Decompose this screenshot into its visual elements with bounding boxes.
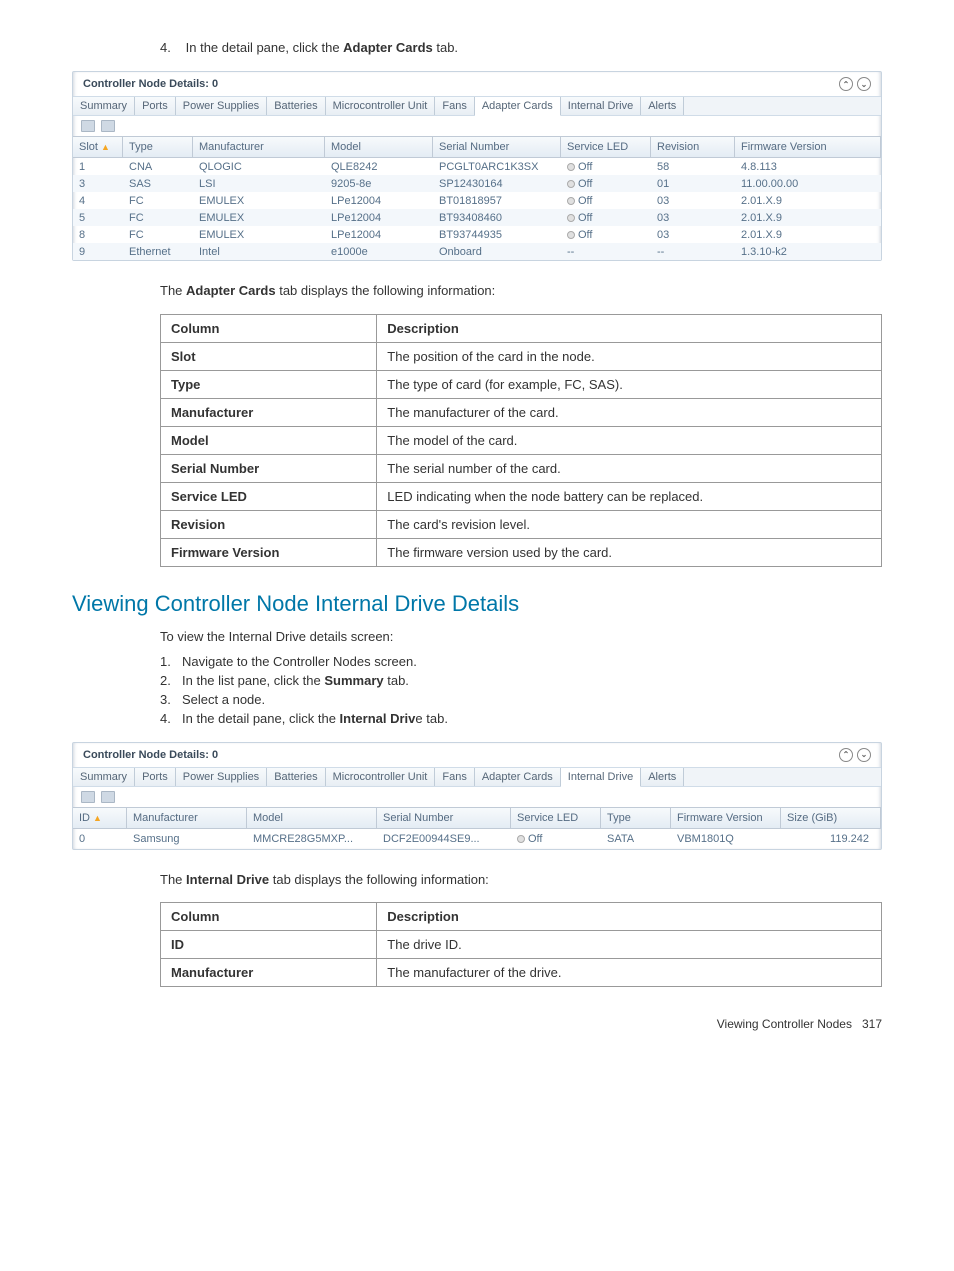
led-icon	[567, 231, 575, 239]
section-heading-internal-drive: Viewing Controller Node Internal Drive D…	[72, 591, 882, 617]
col-firmware-version[interactable]: Firmware Version	[671, 808, 781, 828]
col-model[interactable]: Model	[325, 137, 433, 157]
col-serial-number[interactable]: Serial Number	[433, 137, 561, 157]
tab-batteries[interactable]: Batteries	[267, 768, 325, 786]
table-row[interactable]: 5FCEMULEXLPe12004BT93408460Off032.01.X.9	[73, 209, 881, 226]
step-4: 4. In the detail pane, click the Adapter…	[160, 40, 882, 55]
tab-summary[interactable]: Summary	[73, 768, 135, 786]
table-row[interactable]: 8FCEMULEXLPe12004BT93744935Off032.01.X.9	[73, 226, 881, 243]
step-number: 4.	[160, 40, 182, 55]
page-footer: Viewing Controller Nodes 317	[72, 1017, 882, 1031]
panel-title: Controller Node Details: 0	[83, 749, 218, 761]
tab-internal-drive[interactable]: Internal Drive	[561, 97, 641, 115]
step-text-post: tab.	[433, 40, 458, 55]
tab-fans[interactable]: Fans	[435, 97, 474, 115]
led-icon	[567, 197, 575, 205]
sort-asc-icon: ▲	[101, 142, 110, 152]
collapse-up-icon[interactable]: ⌃	[839, 748, 853, 762]
internal-drive-desc-intro: The Internal Drive tab displays the foll…	[160, 870, 882, 891]
col-type[interactable]: Type	[123, 137, 193, 157]
tab-summary[interactable]: Summary	[73, 97, 135, 115]
tab-ports[interactable]: Ports	[135, 97, 176, 115]
view-icon-2[interactable]	[101, 791, 115, 803]
col-service-led[interactable]: Service LED	[511, 808, 601, 828]
collapse-up-icon[interactable]: ⌃	[839, 77, 853, 91]
col-slot[interactable]: Slot▲	[73, 137, 123, 157]
grid-body: 0 Samsung MMCRE28G5MXP... DCF2E00944SE9.…	[73, 829, 881, 849]
table-row[interactable]: 0 Samsung MMCRE28G5MXP... DCF2E00944SE9.…	[73, 829, 881, 849]
col-service-led[interactable]: Service LED	[561, 137, 651, 157]
table-row[interactable]: 3SASLSI9205-8eSP12430164Off0111.00.00.00	[73, 175, 881, 192]
col-id[interactable]: ID▲	[73, 808, 127, 828]
tab-bar: Summary Ports Power Supplies Batteries M…	[73, 96, 881, 116]
desc-col-header: Column	[161, 903, 377, 931]
step-text-bold: Adapter Cards	[343, 40, 433, 55]
adapter-cards-description-table: ColumnDescription SlotThe position of th…	[160, 314, 882, 567]
tab-power-supplies[interactable]: Power Supplies	[176, 768, 267, 786]
desc-col-header: Column	[161, 314, 377, 342]
tab-batteries[interactable]: Batteries	[267, 97, 325, 115]
tab-microcontroller-unit[interactable]: Microcontroller Unit	[326, 97, 436, 115]
tab-alerts[interactable]: Alerts	[641, 97, 684, 115]
col-firmware-version[interactable]: Firmware Version	[735, 137, 881, 157]
tab-adapter-cards[interactable]: Adapter Cards	[475, 768, 561, 786]
led-icon	[567, 163, 575, 171]
collapse-down-icon[interactable]: ⌄	[857, 77, 871, 91]
internal-drive-intro: To view the Internal Drive details scree…	[160, 627, 882, 648]
table-row[interactable]: 9EthernetIntele1000eOnboard----1.3.10-k2	[73, 243, 881, 260]
internal-drive-description-table: ColumnDescription IDThe drive ID. Manufa…	[160, 902, 882, 987]
table-row[interactable]: 4FCEMULEXLPe12004BT01818957Off032.01.X.9	[73, 192, 881, 209]
step-text-pre: In the detail pane, click the	[186, 40, 344, 55]
tab-ports[interactable]: Ports	[135, 768, 176, 786]
col-size-gib[interactable]: Size (GiB)	[781, 808, 881, 828]
col-type[interactable]: Type	[601, 808, 671, 828]
tab-adapter-cards[interactable]: Adapter Cards	[475, 97, 561, 116]
grid-header-row: Slot▲ Type Manufacturer Model Serial Num…	[73, 136, 881, 158]
view-icon-2[interactable]	[101, 120, 115, 132]
col-revision[interactable]: Revision	[651, 137, 735, 157]
tab-fans[interactable]: Fans	[435, 768, 474, 786]
col-manufacturer[interactable]: Manufacturer	[193, 137, 325, 157]
desc-desc-header: Description	[377, 903, 882, 931]
led-icon	[567, 180, 575, 188]
col-serial-number[interactable]: Serial Number	[377, 808, 511, 828]
grid-body: 1CNAQLOGICQLE8242PCGLT0ARC1K3SXOff584.8.…	[73, 158, 881, 260]
col-model[interactable]: Model	[247, 808, 377, 828]
adapter-cards-intro: The Adapter Cards tab displays the follo…	[160, 281, 882, 302]
steps-list: 1.Navigate to the Controller Nodes scree…	[160, 654, 882, 726]
view-icon-1[interactable]	[81, 791, 95, 803]
collapse-down-icon[interactable]: ⌄	[857, 748, 871, 762]
panel-title: Controller Node Details: 0	[83, 78, 218, 90]
page-number: 317	[862, 1017, 882, 1031]
tab-internal-drive[interactable]: Internal Drive	[561, 768, 641, 787]
table-row[interactable]: 1CNAQLOGICQLE8242PCGLT0ARC1K3SXOff584.8.…	[73, 158, 881, 175]
view-icon-1[interactable]	[81, 120, 95, 132]
internal-drive-panel: Controller Node Details: 0 ⌃ ⌄ Summary P…	[72, 742, 882, 850]
led-icon	[517, 835, 525, 843]
footer-label: Viewing Controller Nodes	[717, 1017, 852, 1031]
tab-power-supplies[interactable]: Power Supplies	[176, 97, 267, 115]
tab-alerts[interactable]: Alerts	[641, 768, 684, 786]
led-icon	[567, 214, 575, 222]
sort-asc-icon: ▲	[93, 813, 102, 823]
grid-header-row: ID▲ Manufacturer Model Serial Number Ser…	[73, 807, 881, 829]
col-manufacturer[interactable]: Manufacturer	[127, 808, 247, 828]
desc-desc-header: Description	[377, 314, 882, 342]
tab-bar: Summary Ports Power Supplies Batteries M…	[73, 767, 881, 787]
adapter-cards-panel: Controller Node Details: 0 ⌃ ⌄ Summary P…	[72, 71, 882, 261]
tab-microcontroller-unit[interactable]: Microcontroller Unit	[326, 768, 436, 786]
